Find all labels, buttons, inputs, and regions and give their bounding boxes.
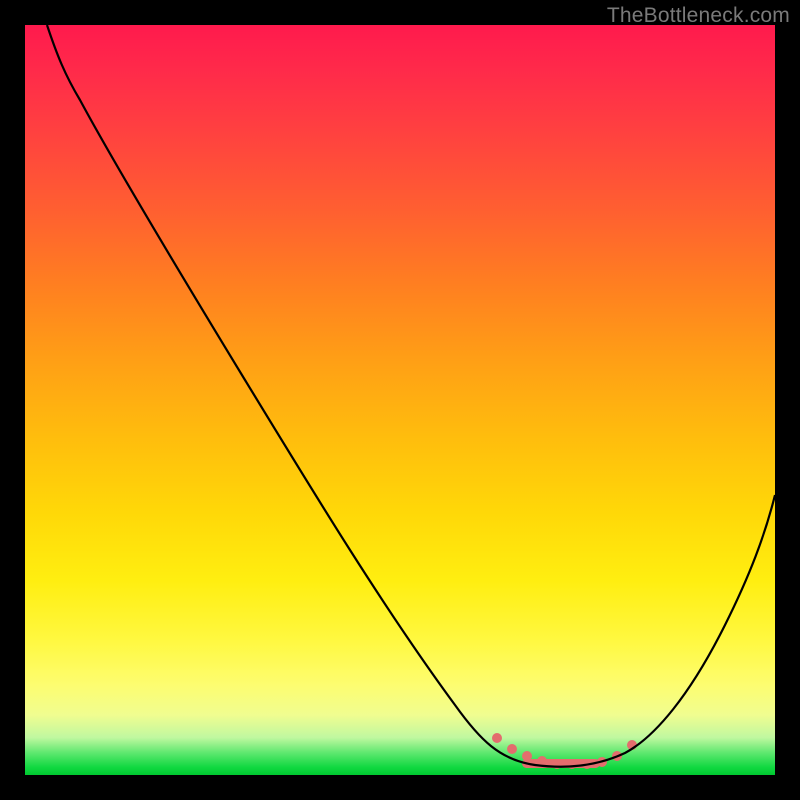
chart-curve-layer bbox=[25, 25, 775, 775]
chart-frame: TheBottleneck.com bbox=[0, 0, 800, 800]
bottleneck-curve-path bbox=[47, 25, 775, 767]
chart-plot-area bbox=[25, 25, 775, 775]
optimal-range-marks bbox=[492, 733, 637, 769]
watermark-text: TheBottleneck.com bbox=[607, 4, 790, 28]
